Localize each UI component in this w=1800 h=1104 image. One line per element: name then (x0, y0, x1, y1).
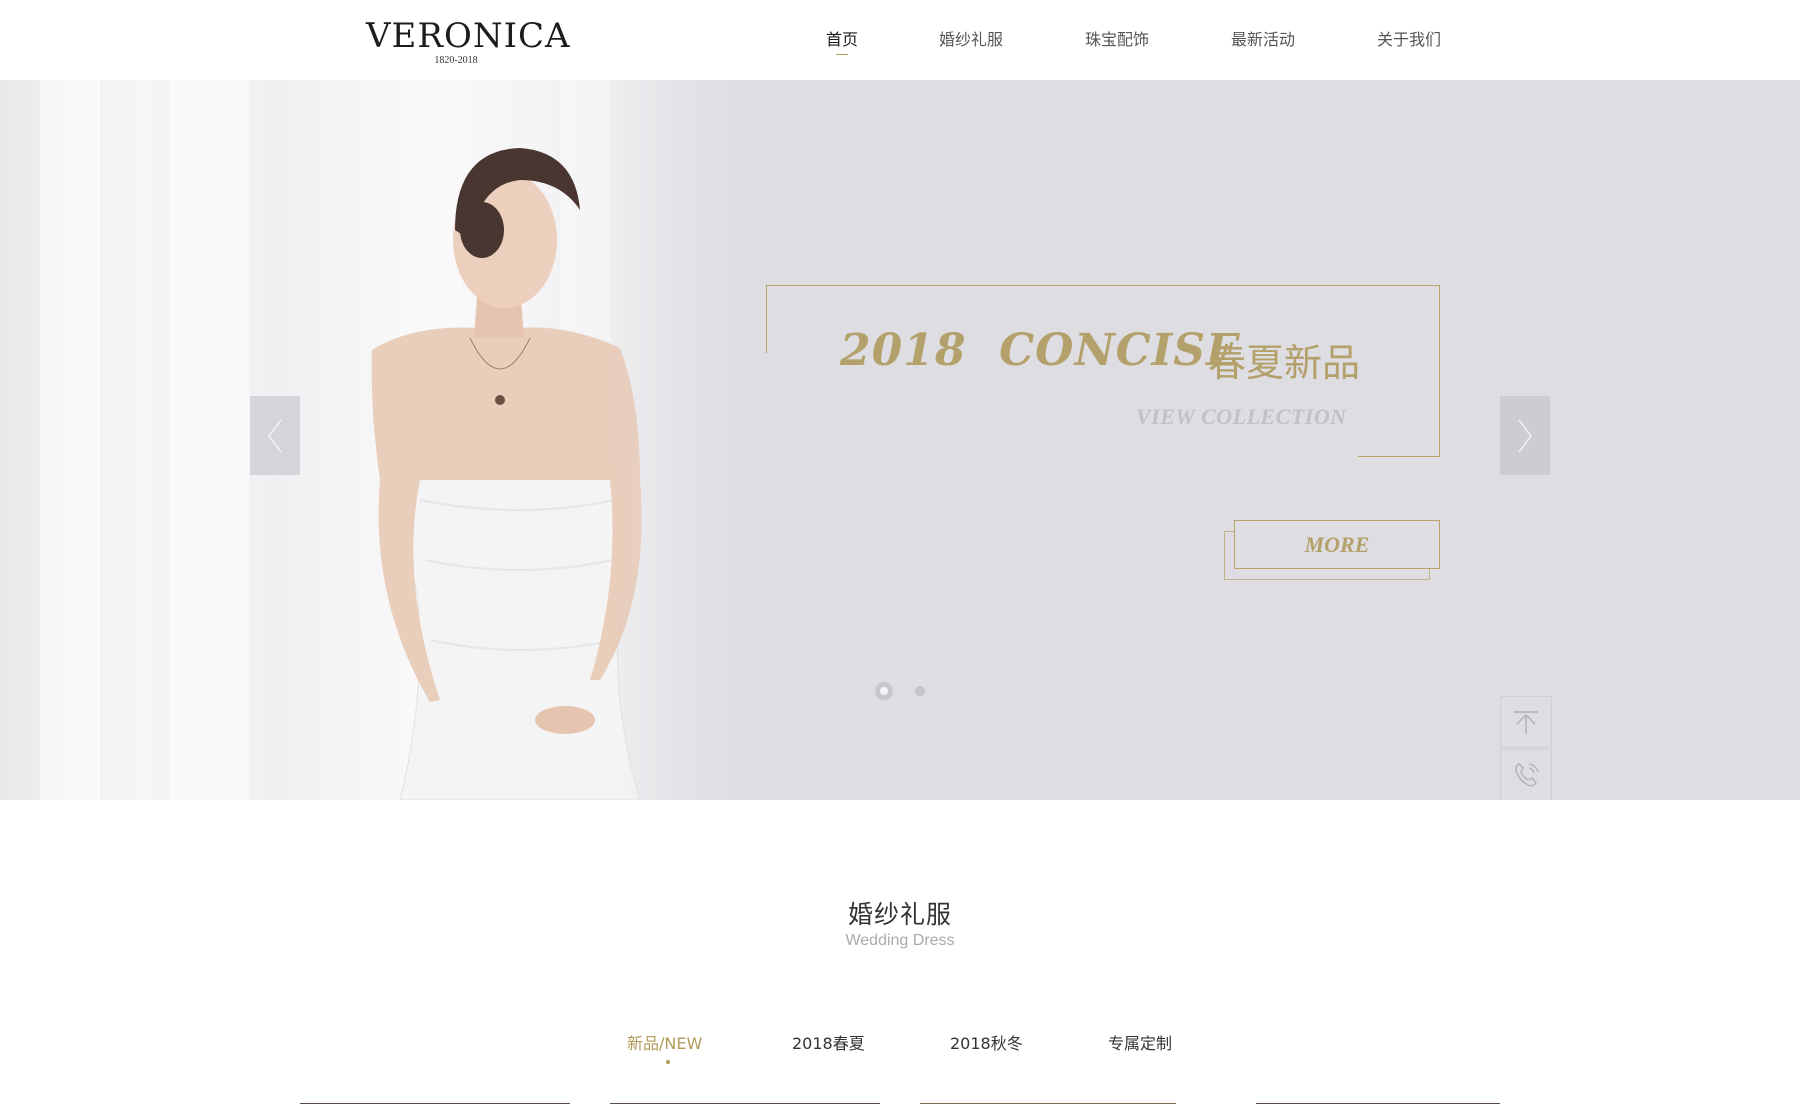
tab-new[interactable]: 新品/NEW (627, 1030, 702, 1054)
back-to-top-button[interactable] (1500, 696, 1552, 748)
hero-banner: 2018 CONCISE 春夏新品 VIEW COLLECTION MORE (0, 80, 1800, 800)
tab-2018-autumn-winter[interactable]: 2018秋冬 (950, 1030, 1023, 1054)
logo[interactable]: VERONICA 1820-2018 (366, 16, 571, 66)
frame-line (766, 285, 767, 353)
tab-2018-spring-summer[interactable]: 2018春夏 (792, 1030, 865, 1054)
tab-custom[interactable]: 专属定制 (1108, 1030, 1172, 1054)
arrow-up-to-top-icon (1514, 711, 1538, 734)
nav-item-label: 最新活动 (1231, 30, 1296, 49)
section-title: 婚纱礼服 (847, 900, 952, 929)
chevron-left-icon (268, 419, 282, 452)
nav-item-label: 关于我们 (1377, 30, 1442, 49)
chevron-right-icon (1518, 419, 1532, 452)
logo-name: VERONICA (366, 16, 571, 56)
slide-dot-1[interactable] (875, 682, 893, 700)
frame-line (766, 285, 1440, 286)
frame-line (1358, 456, 1440, 457)
nav-item-events[interactable]: 最新活动 (1231, 30, 1295, 50)
phone-button[interactable] (1500, 749, 1552, 800)
banner-heading: 2018 CONCISE (840, 325, 1241, 376)
view-collection-text: VIEW COLLECTION (1136, 404, 1347, 429)
nav-item-about[interactable]: 关于我们 (1377, 30, 1441, 50)
next-slide-button[interactable] (1500, 396, 1550, 475)
page: VERONICA 1820-2018 首页 婚纱礼服 珠宝配饰 最新活动 关于我… (0, 0, 1800, 1104)
banner-heading-cn: 春夏新品 (1208, 341, 1361, 385)
nav-item-label: 首页 (826, 30, 859, 49)
logo-years: 1820-2018 (434, 55, 478, 66)
slide-dot-2[interactable] (915, 686, 925, 696)
nav-item-label: 珠宝配饰 (1085, 30, 1150, 49)
nav-item-jewelry[interactable]: 珠宝配饰 (1085, 30, 1149, 50)
tab-active-dot (666, 1060, 670, 1064)
section-subtitle: Wedding Dress (845, 932, 955, 949)
nav-item-home[interactable]: 首页 (826, 30, 859, 55)
nav-item-wedding-dress[interactable]: 婚纱礼服 (939, 30, 1003, 50)
frame-line (1439, 285, 1440, 457)
prev-slide-button[interactable] (250, 396, 300, 475)
site-header: VERONICA 1820-2018 首页 婚纱礼服 珠宝配饰 最新活动 关于我… (0, 0, 1800, 80)
more-button[interactable]: MORE (1234, 520, 1440, 569)
phone-icon (1515, 763, 1539, 787)
nav-active-underline (836, 54, 849, 55)
nav-item-label: 婚纱礼服 (939, 30, 1004, 49)
